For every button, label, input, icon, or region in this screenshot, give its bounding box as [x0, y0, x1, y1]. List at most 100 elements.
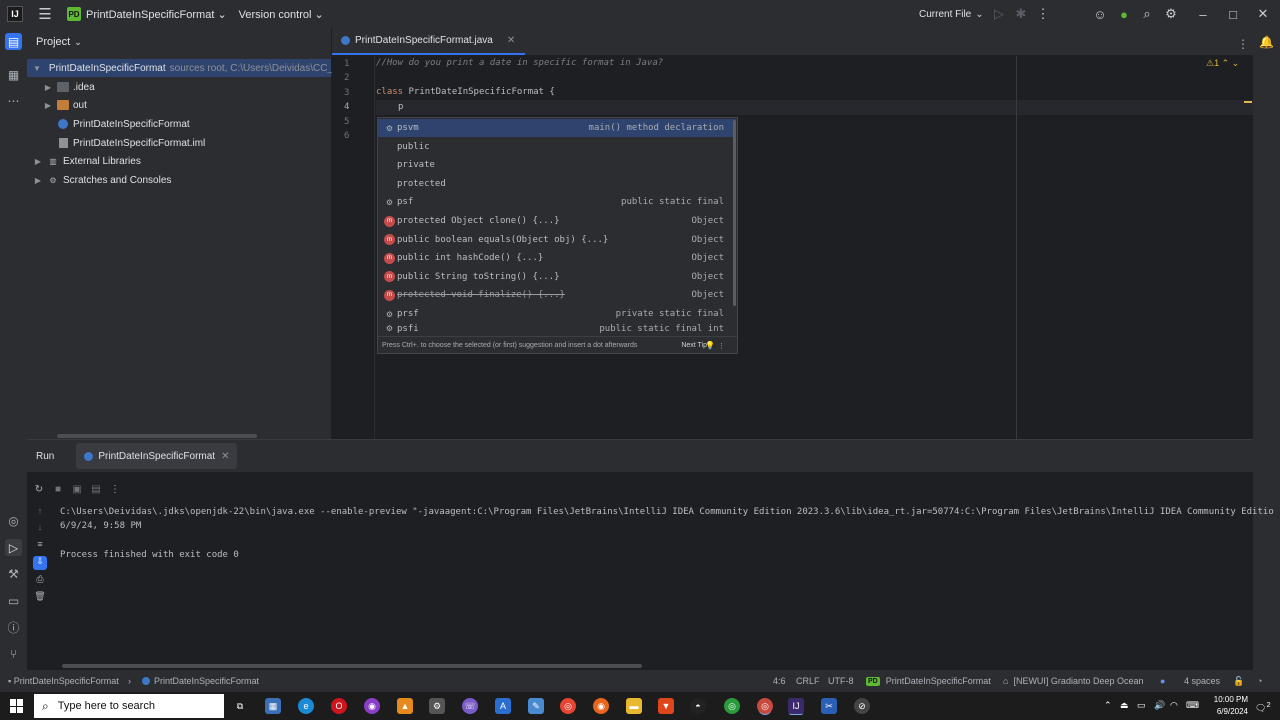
completion-item[interactable]: protected: [378, 175, 736, 193]
completion-item[interactable]: ⚙ psvm main() method declaration: [378, 119, 736, 137]
project-panel-header[interactable]: Project ⌄: [27, 28, 331, 56]
usb-icon[interactable]: ⏏: [1120, 700, 1129, 711]
app-store-icon[interactable]: A: [495, 698, 511, 714]
vlc-icon[interactable]: ▲: [397, 698, 413, 714]
code-typed-text[interactable]: p: [398, 102, 403, 117]
task-view-icon[interactable]: ⧉: [232, 698, 248, 714]
breadcrumb-project[interactable]: ▪ PrintDateInSpecificFormat: [8, 670, 119, 692]
scroll-to-end-icon[interactable]: ⇩: [33, 556, 47, 570]
plugin-status-icon[interactable]: ●: [1116, 6, 1132, 22]
problems-tool-icon[interactable]: ⓘ: [5, 619, 22, 636]
close-icon[interactable]: ✕: [1255, 6, 1271, 22]
project-tool-icon[interactable]: ▤: [5, 33, 22, 50]
more-options-icon[interactable]: ⋮: [718, 342, 725, 350]
maximize-icon[interactable]: □: [1225, 6, 1241, 22]
error-stripe-mark[interactable]: [1244, 101, 1252, 103]
code-comment[interactable]: //How do you print a date in specific fo…: [376, 58, 663, 73]
tree-item-scratches[interactable]: ▶ ⚙ Scratches and Consoles: [27, 171, 171, 189]
tree-item-class-file[interactable]: PrintDateInSpecificFormat: [27, 115, 190, 133]
terminal-tool-icon[interactable]: ▭: [5, 592, 22, 609]
completion-item[interactable]: public: [378, 138, 736, 156]
restore-layout-icon[interactable]: ▣: [70, 484, 84, 495]
file-explorer-icon[interactable]: ▬: [626, 698, 642, 714]
tree-item-idea[interactable]: ▶ .idea: [27, 78, 95, 96]
run-icon[interactable]: ▷: [991, 6, 1007, 22]
system-app-icon[interactable]: ⊘: [854, 698, 870, 714]
github-icon[interactable]: ◓: [690, 698, 706, 714]
tree-item-project-root[interactable]: ▼ PrintDateInSpecificFormat sources root…: [27, 59, 342, 77]
gear-icon[interactable]: ⚙: [1163, 6, 1179, 22]
profile-icon[interactable]: ☺: [1092, 6, 1108, 22]
completion-scrollbar[interactable]: [733, 120, 736, 306]
project-switcher[interactable]: PrintDateInSpecificFormat ⌄: [86, 8, 227, 21]
memory-indicator-icon[interactable]: ◔: [1257, 670, 1262, 692]
chrome-icon[interactable]: ◎: [560, 698, 576, 714]
volume-icon[interactable]: 🔊: [1154, 700, 1165, 711]
search-icon[interactable]: ⌕: [1139, 6, 1155, 22]
calculator-icon[interactable]: ▦: [265, 698, 281, 714]
taskbar-clock[interactable]: 10:00 PM 6/9/2024: [1200, 694, 1248, 718]
structure-tool-icon[interactable]: ▦: [5, 66, 22, 83]
settings-app-icon[interactable]: ⚙: [429, 698, 445, 714]
chrome-profile-icon[interactable]: ◎: [724, 698, 740, 714]
brave-browser-icon[interactable]: ▼: [658, 698, 674, 714]
line-separator[interactable]: CRLF: [796, 670, 820, 692]
keyboard-icon[interactable]: ⌨: [1186, 700, 1199, 711]
wifi-icon[interactable]: ◠: [1170, 700, 1178, 711]
more-tools-icon[interactable]: ⋯: [5, 92, 22, 109]
build-tool-icon[interactable]: ⚒: [5, 565, 22, 582]
tree-item-out[interactable]: ▶ out: [27, 96, 87, 114]
debug-icon[interactable]: ✱: [1013, 6, 1029, 22]
notifications-icon[interactable]: 🔔: [1258, 33, 1275, 50]
rerun-icon[interactable]: ↻: [32, 484, 46, 495]
run-tab[interactable]: PrintDateInSpecificFormat ✕: [76, 443, 238, 469]
close-icon[interactable]: ✕: [221, 451, 229, 462]
theme-selector[interactable]: ⌂ [NEWUI] Gradianto Deep Ocean: [1003, 670, 1144, 692]
code-class-declaration[interactable]: class PrintDateInSpecificFormat {: [376, 87, 555, 102]
main-menu-icon[interactable]: ☰: [37, 6, 53, 23]
snipping-tool-icon[interactable]: ✂: [821, 698, 837, 714]
breadcrumb-class[interactable]: PrintDateInSpecificFormat: [142, 670, 259, 692]
opera-browser-icon[interactable]: O: [331, 698, 347, 714]
stop-icon[interactable]: ■: [51, 484, 65, 495]
firefox-icon[interactable]: ◉: [593, 698, 609, 714]
tray-chevron-icon[interactable]: ⌃: [1104, 700, 1112, 711]
notepad-icon[interactable]: ✎: [528, 698, 544, 714]
module-selector[interactable]: PD PrintDateInSpecificFormat: [866, 670, 991, 692]
minimize-icon[interactable]: –: [1195, 6, 1211, 22]
file-encoding[interactable]: UTF-8: [828, 670, 854, 692]
completion-item[interactable]: ⚙ psf public static final: [378, 193, 736, 211]
completion-item[interactable]: m public boolean equals(Object obj) {...}…: [378, 231, 736, 249]
chrome-active-icon[interactable]: ◎: [757, 698, 773, 714]
read-only-lock-icon[interactable]: 🔓: [1233, 670, 1244, 692]
run-config-selector[interactable]: Current File ⌄: [919, 0, 984, 28]
trash-icon[interactable]: 🗑: [33, 591, 47, 605]
indent-setting[interactable]: 4 spaces: [1184, 670, 1220, 692]
completion-item[interactable]: m public int hashCode() {...} Object: [378, 249, 736, 267]
tab-java-file[interactable]: PrintDateInSpecificFormat.java ✕: [332, 27, 526, 55]
print-icon[interactable]: ⎙: [33, 574, 47, 588]
windows-start-icon[interactable]: [10, 699, 24, 713]
down-icon[interactable]: ↓: [33, 522, 47, 536]
soft-wrap-icon[interactable]: ≡: [33, 539, 47, 553]
completion-item[interactable]: ⚙ psfi public static final int: [378, 324, 736, 334]
obs-icon[interactable]: ◉: [364, 698, 380, 714]
caret-position[interactable]: 4:6: [773, 670, 786, 692]
completion-item[interactable]: m protected Object clone() {...} Object: [378, 212, 736, 230]
git-tool-icon[interactable]: ⑂: [5, 645, 22, 662]
completion-item[interactable]: private: [378, 156, 736, 174]
export-icon[interactable]: ▤: [89, 484, 103, 495]
version-control-menu[interactable]: Version control ⌄: [239, 8, 324, 21]
console-horizontal-scrollbar[interactable]: [62, 664, 642, 668]
services-tool-icon[interactable]: ◎: [5, 512, 22, 529]
completion-item[interactable]: ⚙ prsf private static final: [378, 305, 736, 323]
completion-item[interactable]: m protected void finalize() {...} Object: [378, 286, 736, 304]
more-actions-icon[interactable]: ⋮: [108, 484, 122, 495]
viber-icon[interactable]: ☏: [462, 698, 478, 714]
notification-center-icon[interactable]: 🗨2: [1255, 700, 1271, 714]
more-actions-icon[interactable]: ⋮: [1035, 6, 1051, 22]
up-icon[interactable]: ↑: [33, 506, 47, 520]
completion-item[interactable]: m public String toString() {...} Object: [378, 268, 736, 286]
intellij-taskbar-icon[interactable]: IJ: [788, 698, 804, 714]
network-icon[interactable]: ▭: [1137, 700, 1146, 711]
